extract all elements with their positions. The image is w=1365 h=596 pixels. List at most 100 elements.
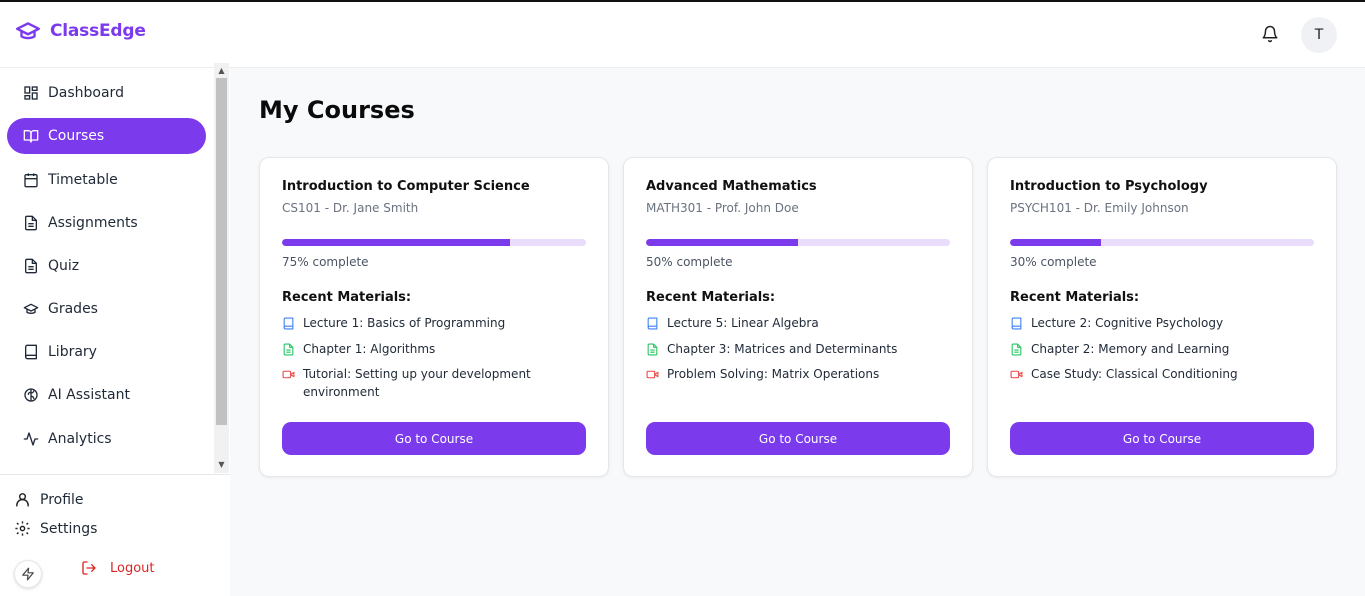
material-item[interactable]: Chapter 1: Algorithms (282, 340, 582, 358)
go-to-course-button[interactable]: Go to Course (646, 422, 950, 455)
user-avatar[interactable]: T (1301, 17, 1337, 53)
material-item[interactable]: Lecture 5: Linear Algebra (646, 314, 946, 332)
dashboard-icon (24, 86, 38, 100)
logout-button[interactable]: Logout (81, 560, 155, 576)
document-icon (283, 343, 294, 356)
logout-icon (82, 561, 96, 575)
page-title: My Courses (259, 96, 415, 124)
scrollbar-thumb[interactable] (216, 78, 227, 425)
sidebar-item-label: Analytics (48, 431, 112, 447)
sidebar-item-grades[interactable]: Grades (7, 291, 206, 327)
progress-text: 50% complete (646, 255, 733, 269)
graduation-cap-icon (15, 22, 41, 40)
sidebar-item-courses[interactable]: Courses (7, 118, 206, 154)
material-label: Chapter 1: Algorithms (303, 342, 436, 356)
material-item[interactable]: Chapter 2: Memory and Learning (1010, 340, 1310, 358)
sidebar-item-label: Courses (48, 128, 105, 144)
materials-heading: Recent Materials: (646, 290, 776, 305)
scroll-up-arrow-icon[interactable]: ▲ (214, 65, 229, 77)
material-label: Case Study: Classical Conditioning (1031, 367, 1238, 381)
document-icon (1011, 343, 1022, 356)
document-icon (647, 343, 658, 356)
sidebar-item-timetable[interactable]: Timetable (7, 162, 206, 198)
material-label: Chapter 3: Matrices and Determinants (667, 342, 898, 356)
course-card: Advanced Mathematics MATH301 - Prof. Joh… (623, 157, 973, 477)
sidebar: Dashboard Courses Timetable Assignments … (0, 63, 230, 596)
sidebar-nav: Dashboard Courses Timetable Assignments … (0, 68, 212, 474)
activity-icon (23, 432, 39, 446)
material-label: Lecture 1: Basics of Programming (303, 316, 506, 330)
course-card: Introduction to Computer Science CS101 -… (259, 157, 609, 477)
sidebar-divider (0, 474, 230, 475)
settings-link[interactable]: Settings (14, 520, 97, 537)
calendar-icon (24, 173, 38, 188)
material-item[interactable]: Problem Solving: Matrix Operations (646, 365, 946, 383)
scroll-down-arrow-icon[interactable]: ▼ (214, 459, 229, 471)
material-item[interactable]: Case Study: Classical Conditioning (1010, 365, 1310, 383)
quick-action-button[interactable] (14, 560, 42, 588)
settings-label: Settings (40, 520, 98, 537)
progress-bar (282, 239, 586, 246)
sidebar-item-ai-assistant[interactable]: AI Assistant (7, 377, 206, 413)
video-icon (282, 370, 295, 379)
material-item[interactable]: Tutorial: Setting up your development en… (282, 365, 582, 401)
sidebar-item-label: Grades (48, 301, 98, 317)
go-to-course-button[interactable]: Go to Course (282, 422, 586, 455)
sidebar-item-label: AI Assistant (48, 387, 130, 403)
sidebar-item-label: Dashboard (48, 85, 124, 101)
sidebar-item-quiz[interactable]: Quiz (7, 248, 206, 284)
gear-icon (15, 521, 30, 536)
user-icon (16, 493, 29, 507)
graduation-cap-icon (23, 303, 39, 314)
material-item[interactable]: Chapter 3: Matrices and Determinants (646, 340, 946, 358)
course-subtitle: MATH301 - Prof. John Doe (646, 201, 799, 215)
material-item[interactable]: Lecture 1: Basics of Programming (282, 314, 582, 332)
video-icon (1010, 370, 1023, 379)
book-icon (647, 317, 658, 330)
profile-label: Profile (40, 491, 84, 508)
sidebar-item-library[interactable]: Library (7, 334, 206, 370)
course-subtitle: CS101 - Dr. Jane Smith (282, 201, 419, 215)
materials-heading: Recent Materials: (282, 290, 412, 305)
course-title: Introduction to Computer Science (282, 179, 530, 194)
progress-text: 30% complete (1010, 255, 1097, 269)
sidebar-item-assignments[interactable]: Assignments (7, 205, 206, 241)
course-title: Introduction to Psychology (1010, 179, 1208, 194)
progress-bar (646, 239, 950, 246)
progress-bar (1010, 239, 1314, 246)
course-card: Introduction to Psychology PSYCH101 - Dr… (987, 157, 1337, 477)
file-text-icon (25, 215, 37, 231)
sidebar-item-dashboard[interactable]: Dashboard (7, 75, 206, 111)
book-open-icon (23, 130, 39, 143)
book-icon (283, 317, 294, 330)
logout-label: Logout (110, 560, 155, 576)
book-icon (1011, 317, 1022, 330)
sidebar-item-label: Assignments (48, 215, 138, 231)
course-subtitle: PSYCH101 - Dr. Emily Johnson (1010, 201, 1189, 215)
sidebar-item-label: Library (48, 344, 97, 360)
lightning-icon (22, 567, 34, 581)
material-label: Lecture 5: Linear Algebra (667, 316, 819, 330)
progress-fill (646, 239, 798, 246)
book-icon (25, 344, 37, 360)
material-label: Tutorial: Setting up your development en… (303, 367, 531, 399)
file-text-icon (25, 258, 37, 274)
sidebar-item-label: Quiz (48, 258, 80, 274)
go-to-course-button[interactable]: Go to Course (1010, 422, 1314, 455)
sidebar-item-analytics[interactable]: Analytics (7, 421, 206, 457)
app-logo[interactable]: ClassEdge (14, 18, 146, 44)
progress-text: 75% complete (282, 255, 369, 269)
brain-icon (24, 388, 38, 402)
progress-fill (282, 239, 510, 246)
material-item[interactable]: Lecture 2: Cognitive Psychology (1010, 314, 1310, 332)
top-header: ClassEdge T (0, 2, 1365, 68)
app-name: ClassEdge (50, 21, 146, 41)
materials-heading: Recent Materials: (1010, 290, 1140, 305)
progress-fill (1010, 239, 1102, 246)
material-label: Chapter 2: Memory and Learning (1031, 342, 1230, 356)
sidebar-scrollbar[interactable]: ▲ ▼ (214, 63, 229, 473)
bell-icon[interactable] (1261, 25, 1279, 43)
material-label: Lecture 2: Cognitive Psychology (1031, 316, 1224, 330)
profile-link[interactable]: Profile (14, 491, 84, 508)
sidebar-item-label: Timetable (48, 172, 118, 188)
